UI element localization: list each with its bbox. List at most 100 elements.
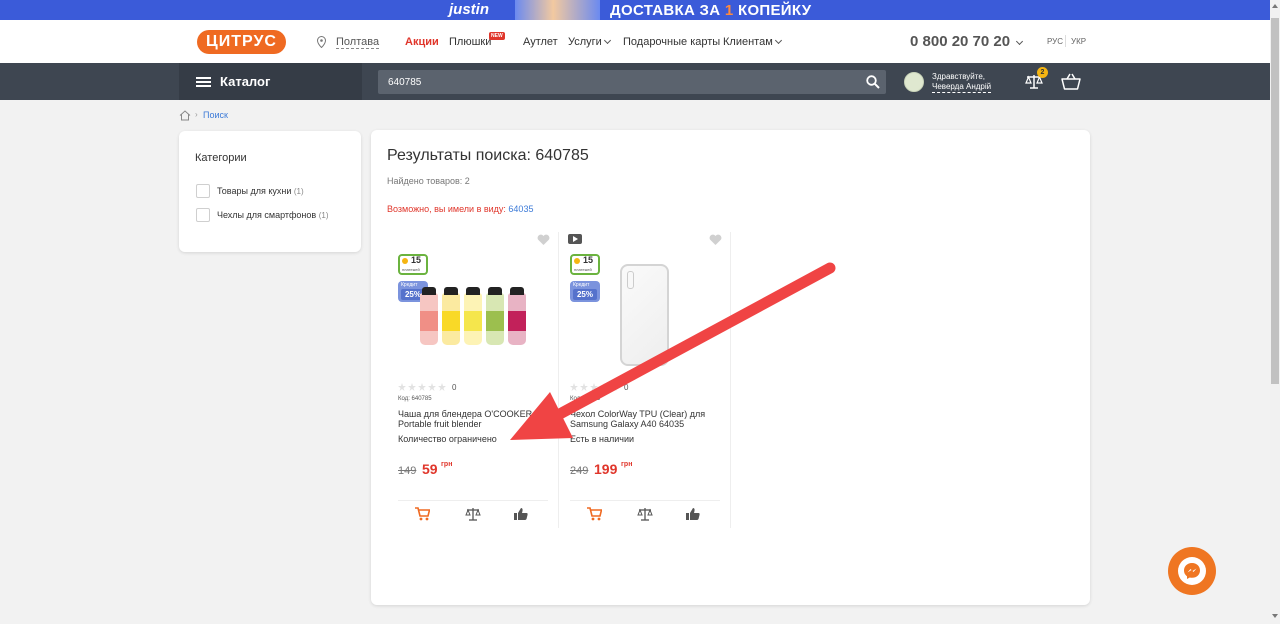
- installments-number: 15: [583, 255, 594, 265]
- installments-word: платежей: [574, 267, 592, 272]
- nav-clients[interactable]: Клиентам: [723, 36, 782, 48]
- add-to-cart-icon[interactable]: [415, 507, 430, 521]
- rating-stars[interactable]: [570, 383, 620, 391]
- sun-icon: [574, 258, 580, 264]
- filter-label-text: Чехлы для смартфонов: [217, 210, 317, 220]
- nav-gift-cards[interactable]: Подарочные карты: [623, 36, 720, 48]
- chevron-down-icon: [603, 36, 611, 45]
- promo-banner[interactable]: justin ДОСТАВКА ЗА 1 КОПЕЙКУ: [0, 0, 1270, 20]
- messenger-icon: [1178, 557, 1206, 585]
- did-you-mean: Возможно, вы имели в виду: 64035: [387, 204, 533, 214]
- catalog-label: Каталог: [220, 74, 271, 89]
- chat-button[interactable]: [1168, 547, 1216, 595]
- checkbox[interactable]: [196, 208, 210, 222]
- menu-icon: [196, 77, 211, 87]
- product-code: Код: 64035: [570, 396, 601, 402]
- search-bar: [378, 70, 886, 94]
- filter-label-text: Товары для кухни: [217, 186, 292, 196]
- bottle-shape: [442, 287, 460, 345]
- product-name[interactable]: Чехол ColorWay TPU (Clear) для Samsung G…: [570, 409, 720, 429]
- camera-cutout: [627, 271, 634, 289]
- sun-icon: [402, 258, 408, 264]
- promo-text-before: ДОСТАВКА ЗА: [610, 2, 725, 19]
- search-input[interactable]: [378, 70, 858, 94]
- checkbox[interactable]: [196, 184, 210, 198]
- nav-outlet[interactable]: Аутлет: [523, 36, 558, 48]
- rating-count: 0: [624, 383, 629, 392]
- chevron-down-icon: [774, 36, 782, 45]
- nav-clients-label: Клиентам: [723, 36, 773, 48]
- thumbs-up-icon[interactable]: [686, 507, 700, 521]
- thumbs-up-icon[interactable]: [514, 507, 528, 521]
- lang-divider: [1065, 35, 1066, 47]
- credit-word: Кредит: [573, 282, 590, 288]
- city-selector[interactable]: Полтава: [336, 36, 380, 49]
- scroll-up-arrow-icon[interactable]: [1272, 4, 1278, 8]
- credit-badge: Кредит 25%: [570, 281, 600, 302]
- category-filter-panel: Категории Товары для кухни (1) Чехлы для…: [179, 131, 361, 252]
- installments-number: 15: [411, 255, 422, 265]
- user-greeting[interactable]: Здравствуйте, Чеверда Андрій: [932, 72, 992, 93]
- greeting-line: Здравствуйте,: [932, 72, 986, 81]
- did-you-mean-link[interactable]: 64035: [508, 204, 533, 214]
- old-price: 149: [398, 465, 417, 477]
- scroll-down-arrow-icon[interactable]: [1272, 614, 1278, 618]
- currency: грн: [621, 461, 633, 468]
- compare-icon[interactable]: [637, 507, 653, 521]
- heart-icon[interactable]: [537, 234, 550, 246]
- results-count: Найдено товаров: 2: [387, 176, 470, 186]
- page-title: Результаты поиска: 640785: [387, 147, 589, 164]
- bottle-shape: [420, 287, 438, 345]
- video-play-icon[interactable]: [568, 234, 582, 244]
- currency: грн: [441, 461, 453, 468]
- product-card[interactable]: [387, 232, 559, 528]
- scrollbar-thumb[interactable]: [1271, 18, 1279, 384]
- search-icon[interactable]: [866, 75, 880, 89]
- product-image-phone-case[interactable]: [620, 264, 669, 366]
- compare-icon[interactable]: [465, 507, 481, 521]
- citrus-logo[interactable]: ЦИТРУС: [197, 30, 286, 54]
- heart-icon[interactable]: [709, 234, 722, 246]
- lang-ua[interactable]: УКР: [1071, 37, 1086, 46]
- availability-status: Есть в наличии: [570, 434, 634, 444]
- page-scrollbar[interactable]: [1270, 0, 1280, 624]
- breadcrumb-search[interactable]: Поиск: [203, 110, 228, 120]
- avatar[interactable]: [904, 72, 924, 92]
- chevron-down-icon[interactable]: [1015, 37, 1024, 46]
- nav-plushki[interactable]: Плюшки: [449, 36, 491, 48]
- product-image-blender-cups[interactable]: [418, 287, 528, 345]
- catalog-button[interactable]: Каталог: [179, 63, 362, 100]
- credit-word: Кредит: [401, 282, 418, 288]
- product-code: Код: 640785: [398, 396, 432, 402]
- product-name[interactable]: Чаша для блендера O'COOKER Portable frui…: [398, 409, 548, 429]
- promo-text: ДОСТАВКА ЗА 1 КОПЕЙКУ: [610, 2, 811, 19]
- installments-word: платежей: [402, 267, 420, 272]
- installments-badge: 15 платежей: [570, 254, 600, 275]
- nav-services-label: Услуги: [568, 36, 602, 48]
- new-badge: NEW: [489, 32, 505, 40]
- rating-stars[interactable]: [398, 383, 448, 391]
- user-name: Чеверда Андрій: [932, 82, 992, 93]
- breadcrumb-separator: ›: [195, 110, 198, 119]
- bottle-shape: [464, 287, 482, 345]
- nav-promo[interactable]: Акции: [405, 36, 439, 48]
- phone-number[interactable]: 0 800 20 70 20: [910, 33, 1010, 50]
- lang-ru[interactable]: РУС: [1047, 37, 1063, 46]
- home-icon[interactable]: [179, 110, 191, 121]
- availability-status: Количество ограничено: [398, 434, 497, 444]
- old-price: 249: [570, 465, 589, 477]
- filter-label: Чехлы для смартфонов (1): [217, 210, 329, 220]
- top-header: ЦИТРУС Полтава Акции Плюшки NEW Аутлет У…: [0, 20, 1270, 63]
- filter-label: Товары для кухни (1): [217, 186, 304, 196]
- installments-badge: 15 платежей: [398, 254, 428, 275]
- current-price: 59: [422, 461, 438, 477]
- rating-count: 0: [452, 383, 457, 392]
- location-pin-icon[interactable]: [317, 36, 326, 48]
- cart-basket-icon[interactable]: [1061, 73, 1081, 90]
- add-to-cart-icon[interactable]: [587, 507, 602, 521]
- promo-text-after: КОПЕЙКУ: [733, 2, 812, 19]
- nav-services[interactable]: Услуги: [568, 36, 611, 48]
- bottle-shape: [486, 287, 504, 345]
- current-price: 199: [594, 461, 618, 477]
- filter-title: Категории: [195, 152, 247, 164]
